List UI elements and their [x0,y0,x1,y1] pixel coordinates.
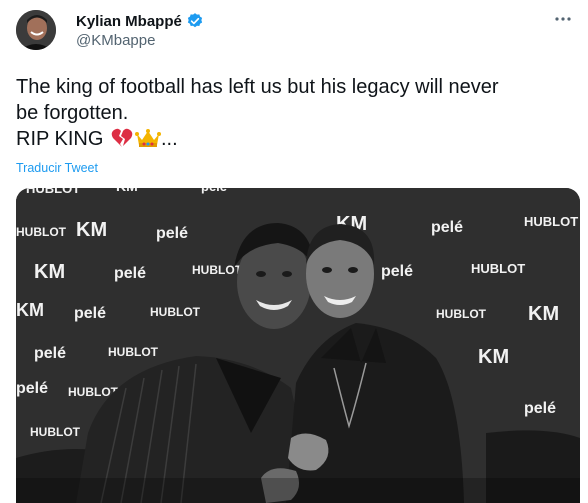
backdrop-logo: pelé [16,380,48,397]
tweet-text-line-3: RIP KING [16,128,104,150]
tweet-text: The king of football has left us but his… [16,74,576,155]
backdrop-logo: HUBLOT [108,345,159,359]
tweet: Kylian Mbappé @KMbappe The king of footb… [0,0,588,503]
tweet-text-line-1: The king of football has left us but his… [16,76,499,98]
author-display-name[interactable]: Kylian Mbappé [76,13,182,30]
translate-tweet-link[interactable]: Traducir Tweet [16,161,98,175]
backdrop-logo: HUBLOT [26,188,80,196]
backdrop-logo: KM [528,303,559,325]
backdrop-logo: pelé [34,345,66,362]
backdrop-logo: pelé [114,265,146,282]
backdrop-logo: pelé [74,305,106,322]
tweet-text-line-2: be forgotten. [16,102,129,124]
backdrop-logo: pelé [381,263,413,280]
more-options-icon[interactable] [552,8,574,30]
tweet-ellipsis: ... [161,128,178,150]
tweet-media-photo[interactable]: HUBLOT KM pelé HUBLOT KM pelé KM pelé HU… [16,188,580,503]
author-name-row: Kylian Mbappé [76,12,204,30]
backdrop-logo: HUBLOT [16,225,67,239]
crown-icon [135,128,161,155]
backdrop-logo: HUBLOT [150,305,201,319]
author-handle[interactable]: @KMbappe [76,32,155,49]
backdrop-logo: KM [34,261,65,283]
author-avatar[interactable] [16,10,56,50]
verified-badge-icon [186,12,204,30]
backdrop-logo: HUBLOT [436,307,487,321]
broken-heart-icon [111,128,133,155]
backdrop-logo: pelé [156,225,188,242]
backdrop-logo: KM [16,300,44,320]
backdrop-logo: KM [478,346,509,368]
backdrop-logo: HUBLOT [30,425,81,439]
backdrop-logo: pelé [524,400,556,417]
backdrop-logo: KM [116,188,138,194]
backdrop-logo: KM [76,219,107,241]
backdrop-logo: pelé [201,188,227,194]
backdrop-logo: pelé [431,219,463,236]
backdrop-logo: HUBLOT [524,214,578,229]
photo-two-men-embracing: HUBLOT KM pelé HUBLOT KM pelé KM pelé HU… [16,188,580,503]
backdrop-logo: HUBLOT [471,261,525,276]
